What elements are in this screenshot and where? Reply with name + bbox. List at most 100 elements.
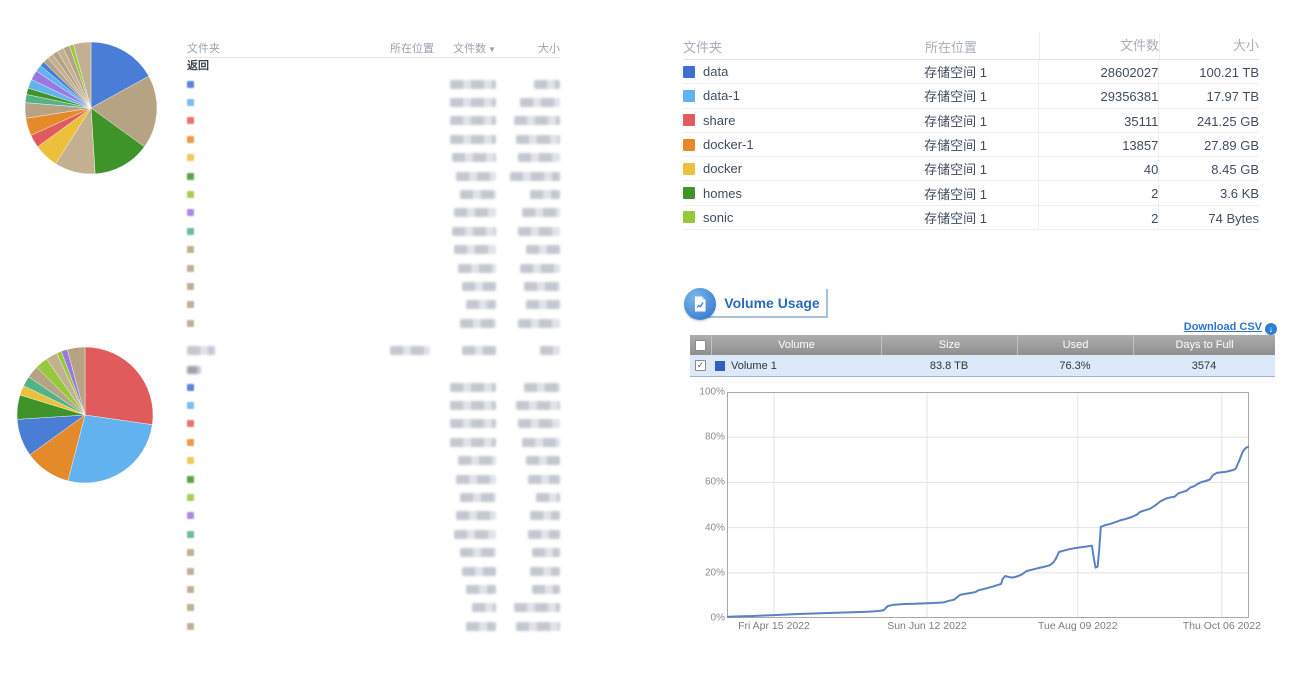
column-header-folder[interactable]: 文件夹	[683, 37, 925, 56]
select-all-checkbox[interactable]	[695, 340, 706, 351]
folder-row[interactable]: homes存储空间 123.6 KB	[683, 181, 1259, 205]
column-header-size[interactable]: Size	[881, 335, 1017, 355]
volume-row[interactable]: ✓Volume 183.8 TB76.3%3574	[690, 355, 1275, 377]
folder-row-blurred[interactable]	[187, 259, 560, 277]
blurred-text	[516, 622, 560, 631]
blurred-size	[496, 208, 560, 217]
folder-color-square	[187, 476, 194, 483]
blurred-text	[530, 511, 560, 520]
sort-descending-icon: ▼	[488, 45, 496, 54]
folder-name-cell: docker-1	[683, 137, 924, 152]
blurred-text	[526, 245, 560, 254]
column-header-count[interactable]: 文件数▼	[450, 40, 496, 56]
folder-row-blurred[interactable]	[187, 277, 560, 295]
folder-row-blurred[interactable]	[187, 470, 560, 488]
folder-row-blurred[interactable]	[187, 296, 560, 314]
column-header-blurred[interactable]	[187, 346, 390, 358]
folder-name: docker-1	[703, 137, 754, 152]
folder-row-blurred[interactable]	[187, 185, 560, 203]
folder-row[interactable]: sonic存储空间 1274 Bytes	[683, 206, 1259, 230]
column-header-volume[interactable]: Volume	[711, 335, 881, 355]
column-header-used[interactable]: Used	[1017, 335, 1133, 355]
folder-row[interactable]: docker存储空间 1408.45 GB	[683, 157, 1259, 181]
folders-pie-chart-top[interactable]	[24, 41, 158, 175]
blurred-text	[462, 567, 496, 576]
folder-row-blurred[interactable]	[187, 93, 560, 111]
folder-row-blurred[interactable]	[187, 222, 560, 240]
folder-row-blurred[interactable]	[187, 525, 560, 543]
blurred-text	[450, 80, 496, 89]
folder-row-blurred[interactable]	[187, 562, 560, 580]
blurred-size	[496, 227, 560, 236]
folder-row-blurred[interactable]	[187, 544, 560, 562]
download-csv-link[interactable]: Download CSV	[1184, 321, 1262, 333]
blurred-text	[450, 135, 496, 144]
folder-row[interactable]: docker-1存储空间 11385727.89 GB	[683, 133, 1259, 157]
folder-row-blurred[interactable]	[187, 415, 560, 433]
folder-row-blurred[interactable]	[187, 507, 560, 525]
folder-row-blurred[interactable]	[187, 599, 560, 617]
folder-file-count: 29356381	[1038, 84, 1159, 107]
blurred-file-count	[450, 282, 496, 291]
column-header-count[interactable]: 文件数	[1039, 33, 1159, 59]
folder-color-square	[187, 154, 194, 161]
folder-row-blurred[interactable]	[187, 167, 560, 185]
folder-row-blurred[interactable]	[187, 314, 560, 332]
blurred-text	[528, 475, 560, 484]
column-header-blurred[interactable]	[390, 346, 450, 358]
pie-slice[interactable]	[85, 347, 153, 425]
column-header-blurred[interactable]	[450, 346, 496, 358]
blurred-file-count	[450, 475, 496, 484]
folder-row-blurred[interactable]	[187, 396, 560, 414]
y-axis-tick-label: 80%	[698, 432, 725, 443]
folder-color-square	[187, 228, 194, 235]
download-arrow-icon[interactable]: ↓	[1265, 323, 1277, 335]
folder-row-blurred[interactable]	[187, 130, 560, 148]
blurred-text	[454, 208, 496, 217]
shared-folders-table: 文件夹 所在位置 文件数 大小 data存储空间 128602027100.21…	[683, 33, 1259, 230]
folder-row-blurred[interactable]	[187, 580, 560, 598]
folder-name-cell: docker	[683, 161, 924, 176]
folder-name: share	[703, 113, 736, 128]
folder-row-blurred[interactable]	[187, 488, 560, 506]
folder-row-blurred[interactable]	[187, 75, 560, 93]
folder-row[interactable]: share存储空间 135111241.25 GB	[683, 109, 1259, 133]
back-link-blurred[interactable]	[187, 361, 560, 378]
column-header-location[interactable]: 所在位置	[390, 40, 450, 56]
line-chart-plot-area[interactable]	[727, 392, 1249, 618]
folder-row-blurred[interactable]	[187, 112, 560, 130]
blurred-text	[458, 264, 496, 273]
blurred-size	[496, 585, 560, 594]
folder-name-cell: data	[683, 64, 924, 79]
blurred-text	[187, 346, 215, 355]
blurred-size	[496, 98, 560, 107]
folder-row-blurred[interactable]	[187, 617, 560, 635]
blurred-text	[536, 493, 560, 502]
back-link[interactable]: 返回	[187, 58, 560, 75]
blurred-size	[496, 419, 560, 428]
folders-pie-chart-bottom[interactable]	[16, 346, 154, 484]
folder-row[interactable]: data存储空间 128602027100.21 TB	[683, 60, 1259, 84]
column-header-days-to-full[interactable]: Days to Full	[1133, 335, 1275, 355]
x-axis-tick-label: Sun Jun 12 2022	[887, 620, 966, 632]
folder-row-blurred[interactable]	[187, 378, 560, 396]
blurred-text	[522, 208, 560, 217]
folder-row-blurred[interactable]	[187, 433, 560, 451]
folder-row-blurred[interactable]	[187, 241, 560, 259]
blurred-file-count	[450, 98, 496, 107]
folder-row-blurred[interactable]	[187, 149, 560, 167]
column-header-location[interactable]: 所在位置	[925, 37, 1039, 56]
column-header-size[interactable]: 大小	[496, 40, 560, 56]
folder-row[interactable]: data-1存储空间 12935638117.97 TB	[683, 84, 1259, 108]
folder-row-blurred[interactable]	[187, 204, 560, 222]
blurred-text	[460, 548, 496, 557]
blurred-text	[452, 153, 496, 162]
blurred-text	[460, 319, 496, 328]
blurred-size	[496, 319, 560, 328]
folder-row-blurred[interactable]	[187, 452, 560, 470]
row-checkbox[interactable]: ✓	[695, 360, 706, 371]
column-header-blurred[interactable]	[496, 346, 560, 358]
column-header-size[interactable]: 大小	[1159, 33, 1259, 59]
column-header-folder[interactable]: 文件夹	[187, 40, 390, 56]
blurred-file-count	[450, 493, 496, 502]
